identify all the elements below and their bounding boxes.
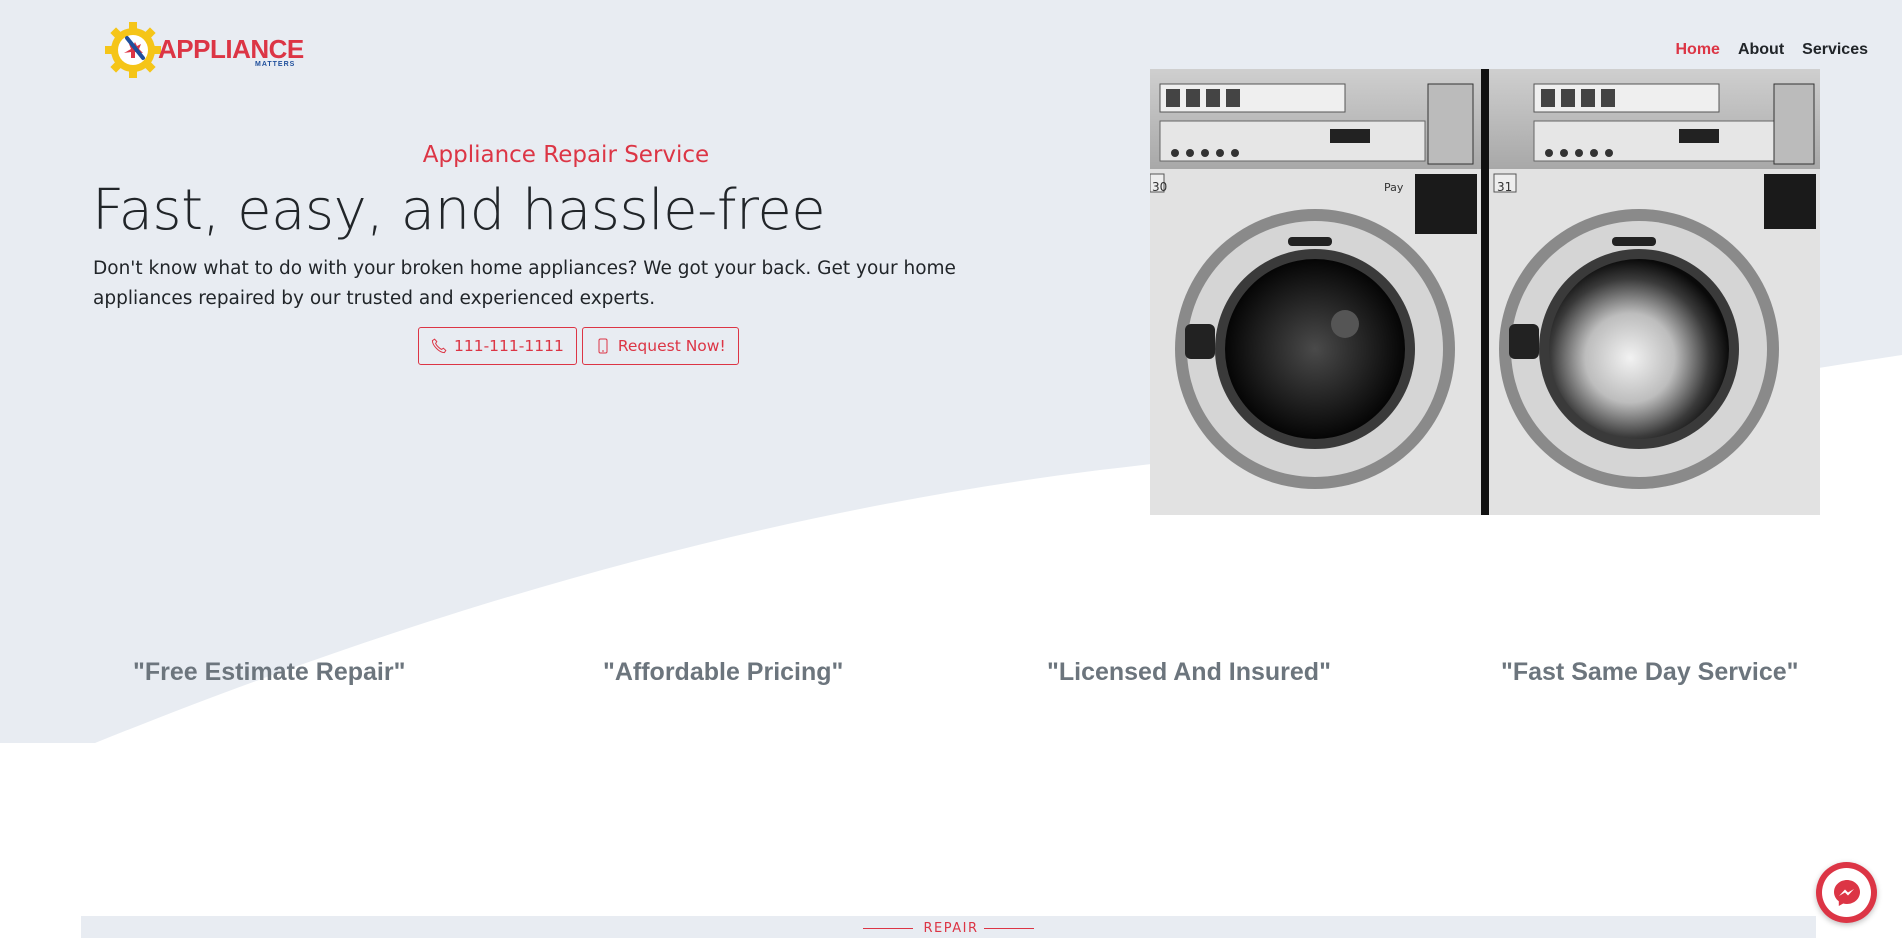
messenger-icon [1833, 879, 1860, 906]
feature-same-day-service: "Fast Same Day Service" [1501, 658, 1799, 686]
machine-number-right: 31 [1497, 180, 1512, 194]
call-button[interactable]: 111-111-1111 [418, 327, 577, 365]
section-label: REPAIR [923, 921, 979, 936]
nav-home[interactable]: Home [1667, 40, 1729, 60]
feature-affordable-pricing: "Affordable Pricing" [603, 658, 844, 686]
nav-services[interactable]: Services [1793, 40, 1877, 60]
request-button[interactable]: Request Now! [581, 327, 739, 365]
machine-number-left: 30 [1152, 180, 1167, 194]
hero-actions: 111-111-1111 Request Now! [418, 327, 739, 365]
hero-photo-washing-machines: 30 31 Pay [1150, 69, 1820, 515]
hero-description: Don't know what to do with your broken h… [93, 258, 956, 309]
nav-about[interactable]: About [1729, 40, 1793, 60]
mobile-icon [598, 338, 608, 354]
call-button-label: 111-111-1111 [454, 337, 564, 355]
hero-headline: Fast, easy, and hassle-free [92, 178, 826, 243]
phone-icon [431, 338, 447, 354]
brand-logo[interactable]: APPLIANCE MATTERS [105, 20, 304, 80]
main-nav: Home About Services [1667, 40, 1878, 60]
brand-tagline: MATTERS [255, 61, 296, 68]
pay-label: Pay [1384, 181, 1404, 194]
messenger-chat-inner [1822, 868, 1871, 917]
feature-free-estimate: "Free Estimate Repair" [133, 658, 406, 686]
request-button-label: Request Now! [617, 337, 726, 355]
messenger-chat-button[interactable] [1816, 862, 1877, 923]
hero-kicker: Appliance Repair Service [422, 142, 710, 168]
washing-machines-image: 30 31 Pay [1150, 69, 1820, 515]
feature-licensed-insured: "Licensed And Insured" [1047, 658, 1331, 686]
